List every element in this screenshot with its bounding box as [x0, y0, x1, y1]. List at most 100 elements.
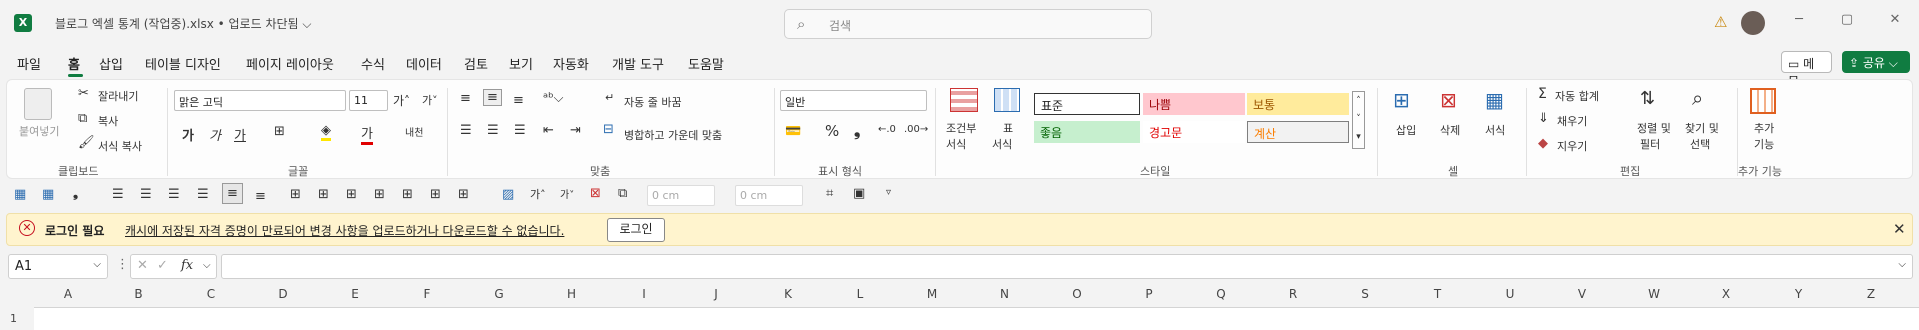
insert-cells-button[interactable]: 삽입: [1396, 122, 1416, 138]
column-header[interactable]: P: [1113, 287, 1185, 307]
enter-icon[interactable]: ✓: [157, 258, 168, 273]
column-header[interactable]: R: [1257, 287, 1329, 307]
align-left-icon[interactable]: ☰: [460, 123, 472, 138]
column-header[interactable]: E: [319, 287, 391, 307]
justify-icon[interactable]: ☰: [197, 187, 209, 202]
addins-icon[interactable]: [1750, 88, 1776, 114]
warning-icon[interactable]: ⚠: [1714, 13, 1727, 31]
more-options-icon[interactable]: ⋮: [116, 257, 129, 272]
column-header[interactable]: Y: [1762, 287, 1835, 307]
italic-icon[interactable]: 가: [209, 125, 221, 144]
avatar[interactable]: [1741, 11, 1765, 35]
column-header[interactable]: H: [535, 287, 608, 307]
font-color-icon[interactable]: 가: [361, 123, 373, 145]
fill-button[interactable]: 채우기: [1557, 113, 1587, 129]
column-header[interactable]: C: [175, 287, 247, 307]
align-right-icon[interactable]: ☰: [514, 123, 526, 138]
paste-label[interactable]: 붙여넣기: [19, 123, 59, 139]
chevron-down-icon[interactable]: ⌵: [203, 260, 211, 271]
scissors-icon[interactable]: ✂: [78, 86, 89, 101]
formula-input[interactable]: ⌵: [221, 254, 1913, 279]
border-icon[interactable]: ⊞: [318, 187, 329, 202]
style-bad[interactable]: 나쁨: [1143, 93, 1245, 115]
message-link[interactable]: 캐시에 저장된 자격 증명이 만료되어 변경 사항을 업로드하거나 다운로드할 …: [125, 222, 564, 239]
comma-icon[interactable]: ❟: [73, 186, 78, 201]
clear-button[interactable]: 지우기: [1557, 138, 1587, 154]
copy-icon[interactable]: ⧉: [618, 186, 627, 201]
conditional-format-icon[interactable]: [950, 88, 978, 112]
column-header[interactable]: J: [680, 287, 752, 307]
decrease-font-icon[interactable]: 가˅: [422, 92, 438, 108]
wrap-text-button[interactable]: 자동 줄 바꿈: [624, 94, 682, 110]
column-header[interactable]: W: [1618, 287, 1690, 307]
column-header[interactable]: B: [102, 287, 175, 307]
crop-icon[interactable]: ⌗: [826, 186, 833, 201]
customize-toolbar-icon[interactable]: ▿: [886, 187, 891, 198]
decrease-decimal-icon[interactable]: .00→: [904, 124, 928, 135]
fill-color-icon[interactable]: ◈: [321, 123, 331, 141]
addins-label[interactable]: 추가: [1754, 120, 1774, 136]
style-warning[interactable]: 경고문: [1143, 121, 1245, 143]
align-center-icon[interactable]: ☰: [140, 187, 152, 202]
align-middle-icon[interactable]: ≡: [222, 183, 243, 204]
column-header[interactable]: A: [34, 287, 102, 307]
document-title[interactable]: 블로그 엑셀 통계 (작업중).xlsx • 업로드 차단됨 ⌵: [55, 15, 311, 32]
decrease-indent-icon[interactable]: ⇤: [543, 123, 554, 138]
orientation-icon[interactable]: ᵃᵇ⌵: [543, 91, 564, 106]
find-select-label[interactable]: 찾기 및: [1685, 120, 1719, 136]
align-left-icon[interactable]: ☰: [112, 187, 124, 202]
clear-icon[interactable]: ◆: [1538, 136, 1548, 151]
function-icon[interactable]: fx: [181, 258, 193, 273]
tab-data[interactable]: 데이터: [406, 54, 442, 73]
autosum-icon[interactable]: Σ: [1538, 86, 1547, 102]
tab-developer[interactable]: 개발 도구: [612, 54, 664, 73]
clear-format-icon[interactable]: ⊠: [590, 186, 601, 201]
close-icon[interactable]: ✕: [1893, 220, 1906, 238]
paste-icon[interactable]: [24, 88, 52, 120]
name-box[interactable]: A1 ⌵: [8, 254, 108, 279]
comma-style-icon[interactable]: ❟: [854, 121, 860, 141]
delete-cells-icon[interactable]: ⊠: [1440, 88, 1457, 112]
tab-page-layout[interactable]: 페이지 레이아웃: [246, 54, 334, 73]
border-icon[interactable]: ⊞: [430, 187, 441, 202]
tab-automate[interactable]: 자동화: [553, 54, 589, 73]
border-icon[interactable]: ⊞: [346, 187, 357, 202]
bold-icon[interactable]: 가: [182, 125, 194, 144]
expand-formula-icon[interactable]: ⌵: [1898, 259, 1906, 270]
find-select-label-2[interactable]: 선택: [1690, 136, 1710, 152]
tab-formulas[interactable]: 수식: [361, 54, 385, 73]
minimize-button[interactable]: ─: [1784, 12, 1814, 34]
column-header[interactable]: Q: [1185, 287, 1257, 307]
copy-icon[interactable]: ⧉: [78, 111, 87, 126]
tab-help[interactable]: 도움말: [688, 54, 724, 73]
align-top-icon[interactable]: ≡: [460, 91, 471, 106]
border-icon[interactable]: ⊞: [458, 187, 469, 202]
merge-center-button[interactable]: 병합하고 가운데 맞춤: [624, 127, 722, 143]
column-header[interactable]: F: [391, 287, 463, 307]
addins-label-2[interactable]: 기능: [1754, 136, 1774, 152]
tab-review[interactable]: 검토: [464, 54, 488, 73]
restore-button[interactable]: ▢: [1832, 12, 1862, 34]
column-header[interactable]: T: [1401, 287, 1474, 307]
font-name-select[interactable]: 맑은 고딕: [174, 90, 346, 111]
row-header[interactable]: 1: [10, 312, 17, 325]
column-header[interactable]: D: [247, 287, 319, 307]
excel-icon[interactable]: X: [14, 14, 32, 32]
chevron-down-icon[interactable]: ⌵: [93, 259, 101, 270]
column-header[interactable]: X: [1690, 287, 1762, 307]
insert-cells-icon[interactable]: ⊞: [1393, 88, 1410, 112]
align-bottom-icon[interactable]: ≡: [255, 189, 266, 204]
border-icon[interactable]: ⊞: [274, 124, 285, 139]
column-header[interactable]: G: [463, 287, 535, 307]
align-center-icon[interactable]: ☰: [487, 123, 499, 138]
format-painter-button[interactable]: 서식 복사: [98, 138, 142, 154]
conditional-format-label-2[interactable]: 서식: [946, 136, 966, 152]
style-calculation[interactable]: 계산: [1247, 121, 1349, 143]
format-as-table-label-2[interactable]: 서식: [992, 136, 1012, 152]
format-as-table-icon[interactable]: [994, 88, 1020, 112]
delete-cells-button[interactable]: 삭제: [1440, 122, 1460, 138]
column-header[interactable]: M: [896, 287, 968, 307]
column-header[interactable]: U: [1474, 287, 1546, 307]
cell-grid[interactable]: [34, 307, 1919, 330]
close-button[interactable]: ✕: [1880, 12, 1910, 34]
